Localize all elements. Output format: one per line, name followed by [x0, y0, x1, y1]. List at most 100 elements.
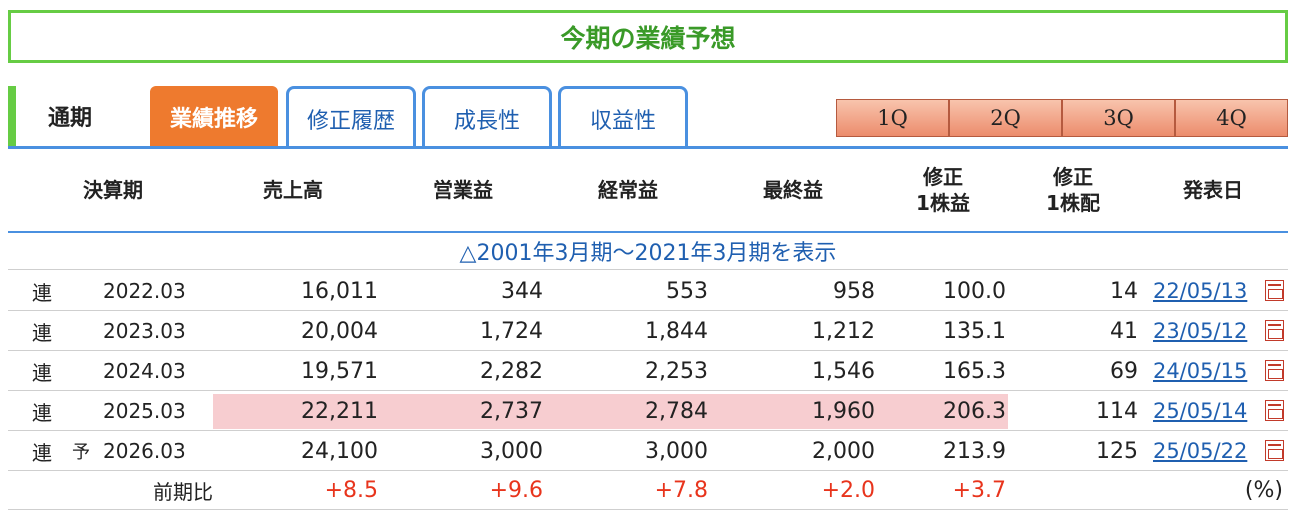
net-profit-value: 1,546	[812, 358, 875, 384]
announce-date-link[interactable]: 24/05/15	[1153, 352, 1265, 390]
consolidated-marker: 連	[32, 360, 52, 385]
forecast-marker	[72, 392, 98, 430]
tab-performance-trend[interactable]: 業績推移	[150, 86, 278, 148]
tab-annual: 通期	[48, 106, 93, 131]
yoy-unit: (%)	[1244, 477, 1283, 503]
dividend-value: 41	[1110, 318, 1138, 344]
dividend-value: 114	[1096, 398, 1138, 424]
announce-date-link[interactable]: 25/05/14	[1153, 392, 1265, 430]
yoy-row: 前期比 +8.5 +9.6 +7.8 +2.0 +3.7 (%)	[8, 471, 1288, 509]
tab-profitability[interactable]: 収益性	[558, 86, 688, 148]
operating-profit-value: 1,724	[480, 318, 543, 344]
fiscal-period: 2025.03	[103, 399, 186, 423]
forecast-marker	[72, 272, 98, 310]
yoy-label: 前期比	[153, 479, 213, 504]
header-net-profit: 最終益	[763, 178, 823, 202]
fiscal-period: 2023.03	[103, 319, 186, 343]
tab-growth[interactable]: 成長性	[422, 86, 552, 148]
net-profit-value: 958	[833, 278, 875, 304]
eps-value: 213.9	[943, 438, 1006, 464]
row-divider	[8, 310, 1288, 311]
yoy-sales: +8.5	[324, 477, 378, 503]
pdf-icon[interactable]	[1265, 280, 1284, 301]
tab-bar: 通期 業績推移 修正履歴 成長性 収益性 1Q 2Q 3Q 4Q	[8, 86, 1288, 149]
operating-profit-value: 3,000	[480, 438, 543, 464]
header-eps: 修正 1株益	[888, 148, 998, 232]
forecast-marker: 予	[72, 442, 90, 463]
consolidated-marker: 連	[32, 400, 52, 425]
net-profit-value: 2,000	[812, 438, 875, 464]
yoy-operating-profit: +9.6	[489, 477, 543, 503]
ordinary-profit-value: 553	[666, 278, 708, 304]
header-announce-date: 発表日	[1183, 178, 1243, 202]
tab-bar-marker	[8, 86, 16, 148]
sales-value: 19,571	[301, 358, 378, 384]
sales-value: 20,004	[301, 318, 378, 344]
header-period: 決算期	[83, 178, 143, 202]
table-row: 連 2022.03 16,011 344 553 958 100.0 14 22/05/13	[8, 272, 1288, 310]
announce-date-link[interactable]: 22/05/13	[1153, 272, 1265, 310]
header-dividend-line2: 1株配	[1046, 191, 1100, 215]
ordinary-profit-value: 2,784	[645, 398, 708, 424]
table-row: 連 2025.03 22,211 2,737 2,784 1,960 206.3 114 25/…	[8, 392, 1288, 430]
row-divider	[8, 509, 1288, 510]
header-ordinary-profit: 経常益	[598, 178, 658, 202]
table-row: 連 2024.03 19,571 2,282 2,253 1,546 165.3 69 24/0…	[8, 352, 1288, 390]
header-dividend-line1: 修正	[1053, 165, 1093, 189]
announce-date-link[interactable]: 25/05/22	[1153, 432, 1265, 470]
quarter-2q-button[interactable]: 2Q	[949, 99, 1062, 137]
announce-date-link[interactable]: 23/05/12	[1153, 312, 1265, 350]
ordinary-profit-value: 3,000	[645, 438, 708, 464]
header-eps-line1: 修正	[923, 165, 963, 189]
show-older-periods-link[interactable]: △2001年3月期～2021年3月期を表示	[8, 233, 1288, 269]
quarter-4q-button[interactable]: 4Q	[1175, 99, 1288, 137]
pdf-icon[interactable]	[1265, 320, 1284, 341]
dividend-value: 125	[1096, 438, 1138, 464]
table-row: 連予 2026.03 24,100 3,000 3,000 2,000 213.9 125 25…	[8, 432, 1288, 470]
operating-profit-value: 2,737	[480, 398, 543, 424]
header-eps-line2: 1株益	[916, 191, 970, 215]
yoy-ordinary-profit: +7.8	[654, 477, 708, 503]
eps-value: 100.0	[943, 278, 1006, 304]
net-profit-value: 1,212	[812, 318, 875, 344]
sales-value: 24,100	[301, 438, 378, 464]
table-row: 連 2023.03 20,004 1,724 1,844 1,212 135.1 41 23/0…	[8, 312, 1288, 350]
header-dividend: 修正 1株配	[1018, 148, 1128, 232]
pdf-icon[interactable]	[1265, 400, 1284, 421]
row-divider	[8, 269, 1288, 270]
ordinary-profit-value: 1,844	[645, 318, 708, 344]
eps-value: 165.3	[943, 358, 1006, 384]
eps-value: 206.3	[943, 398, 1006, 424]
row-divider	[8, 430, 1288, 431]
pdf-icon[interactable]	[1265, 360, 1284, 381]
fiscal-period: 2026.03	[103, 439, 186, 463]
sales-value: 16,011	[301, 278, 378, 304]
quarter-1q-button[interactable]: 1Q	[836, 99, 949, 137]
forecast-marker	[72, 312, 98, 350]
consolidated-marker: 連	[32, 440, 52, 465]
yoy-eps: +3.7	[952, 477, 1006, 503]
pdf-icon[interactable]	[1265, 440, 1284, 461]
operating-profit-value: 344	[501, 278, 543, 304]
eps-value: 135.1	[943, 318, 1006, 344]
header-operating-profit: 営業益	[433, 178, 493, 202]
ordinary-profit-value: 2,253	[645, 358, 708, 384]
consolidated-marker: 連	[32, 280, 52, 305]
table-header: 決算期 売上高 営業益 経常益 最終益 修正 1株益 修正 1株配 発表日	[8, 148, 1288, 232]
row-divider	[8, 350, 1288, 351]
forecast-marker	[72, 352, 98, 390]
net-profit-value: 1,960	[812, 398, 875, 424]
page-title: 今期の業績予想	[8, 10, 1288, 63]
dividend-value: 14	[1110, 278, 1138, 304]
operating-profit-value: 2,282	[480, 358, 543, 384]
sales-value: 22,211	[301, 398, 378, 424]
tab-revision-history[interactable]: 修正履歴	[286, 86, 416, 148]
consolidated-marker: 連	[32, 320, 52, 345]
header-sales: 売上高	[263, 178, 323, 202]
row-divider	[8, 390, 1288, 391]
fiscal-period: 2022.03	[103, 279, 186, 303]
quarter-3q-button[interactable]: 3Q	[1062, 99, 1175, 137]
yoy-net-profit: +2.0	[821, 477, 875, 503]
fiscal-period: 2024.03	[103, 359, 186, 383]
dividend-value: 69	[1110, 358, 1138, 384]
